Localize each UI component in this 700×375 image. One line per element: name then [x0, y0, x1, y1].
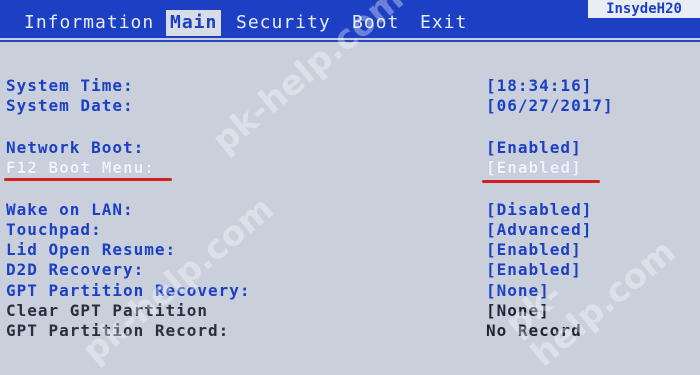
menu-bar: Information Main Security Boot Exit Insy… — [0, 0, 700, 38]
tab-boot[interactable]: Boot — [352, 10, 399, 36]
setting-label: Lid Open Resume: — [6, 240, 177, 259]
system-time-value[interactable]: [18:34:16] — [486, 76, 592, 96]
setting-label: System Date: — [6, 96, 134, 115]
system-date-value[interactable]: [06/27/2017] — [486, 96, 614, 116]
setting-label: Wake on LAN: — [6, 200, 134, 219]
gpt-partition-recovery-value[interactable]: [None] — [486, 281, 550, 301]
red-underline-label — [4, 178, 172, 181]
setting-label: System Time: — [6, 76, 134, 95]
network-boot-value[interactable]: [Enabled] — [486, 138, 582, 158]
separator-line — [0, 40, 700, 42]
gpt-partition-record-value: No Record — [486, 321, 582, 340]
tab-exit[interactable]: Exit — [420, 10, 467, 36]
setting-label: D2D Recovery: — [6, 260, 145, 279]
setting-label: GPT Partition Record: — [6, 321, 230, 340]
f12-boot-menu-value[interactable]: [Enabled] — [486, 158, 582, 178]
red-underline-value — [482, 180, 600, 183]
tab-information[interactable]: Information — [24, 10, 154, 36]
setting-label: Network Boot: — [6, 138, 145, 157]
lid-open-resume-value[interactable]: [Enabled] — [486, 240, 582, 260]
setting-label: Touchpad: — [6, 220, 102, 239]
tab-security[interactable]: Security — [236, 10, 331, 36]
touchpad-value[interactable]: [Advanced] — [486, 220, 592, 240]
d2d-recovery-value[interactable]: [Enabled] — [486, 260, 582, 280]
bios-brand: InsydeH20 — [588, 0, 700, 18]
setting-label: F12 Boot Menu: — [6, 158, 155, 177]
tab-main[interactable]: Main — [166, 10, 222, 36]
wake-on-lan-value[interactable]: [Disabled] — [486, 200, 592, 220]
clear-gpt-partition-value[interactable]: [None] — [486, 301, 550, 321]
setting-label: Clear GPT Partition — [6, 301, 209, 320]
setting-label: GPT Partition Recovery: — [6, 281, 251, 300]
